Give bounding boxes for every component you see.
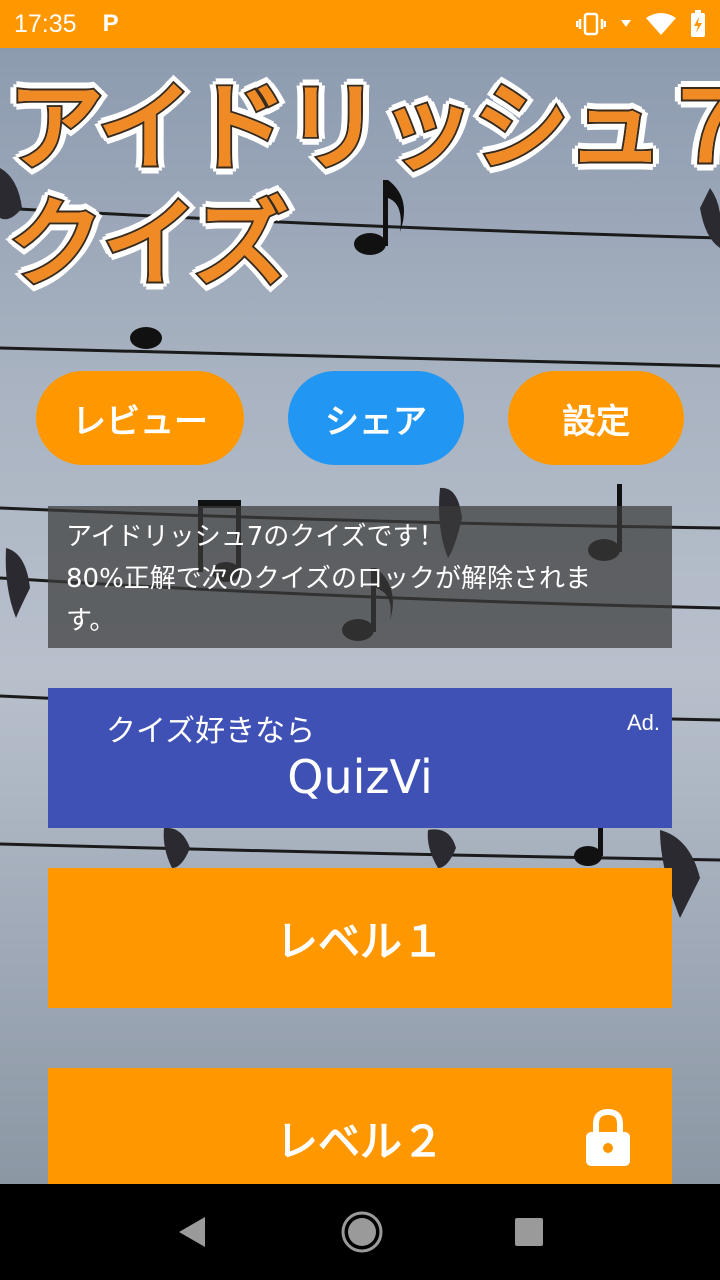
status-icons xyxy=(576,10,706,38)
ad-subtitle: クイズ好きなら xyxy=(106,714,316,749)
status-time: 17:35 xyxy=(14,9,77,38)
home-icon[interactable] xyxy=(340,1210,384,1254)
description-line-1: アイドリッシュ7のクイズです！ xyxy=(66,522,445,552)
title-line-2: クイズ xyxy=(6,186,291,302)
battery-charging-icon xyxy=(691,10,705,37)
description-line-2: 80%正解で次のクイズのロックが解除されま xyxy=(66,564,592,594)
level-1-label: レベル１ xyxy=(275,916,444,966)
app-title: アイドリッシュ７ クイズ xyxy=(6,70,720,302)
dropdown-arrow-icon xyxy=(621,20,631,27)
level-2-label: レベル２ xyxy=(275,1116,444,1166)
level-1-button[interactable]: レベル１ xyxy=(48,868,672,1008)
back-icon[interactable] xyxy=(175,1214,211,1250)
ad-title: QuizVi xyxy=(287,750,433,804)
notification-p-icon: P xyxy=(102,10,119,37)
lock-icon xyxy=(586,1108,630,1166)
share-button[interactable]: シェア xyxy=(288,371,464,465)
description-box: アイドリッシュ7のクイズです！ 80%正解で次のクイズのロックが解除されま す。 xyxy=(48,506,672,648)
wifi-icon xyxy=(646,13,676,35)
title-line-1: アイドリッシュ７ xyxy=(6,70,720,186)
ad-banner[interactable]: クイズ好きなら Ad. QuizVi xyxy=(48,688,672,828)
review-button[interactable]: レビュー xyxy=(36,371,244,465)
ad-badge: Ad. xyxy=(626,710,660,735)
description-line-3: す。 xyxy=(66,606,116,636)
recents-icon[interactable] xyxy=(513,1216,545,1248)
settings-button[interactable]: 設定 xyxy=(508,371,684,465)
vibrate-icon xyxy=(576,12,606,36)
navigation-bar xyxy=(0,1184,720,1280)
status-bar: 17:35 P xyxy=(0,0,720,48)
